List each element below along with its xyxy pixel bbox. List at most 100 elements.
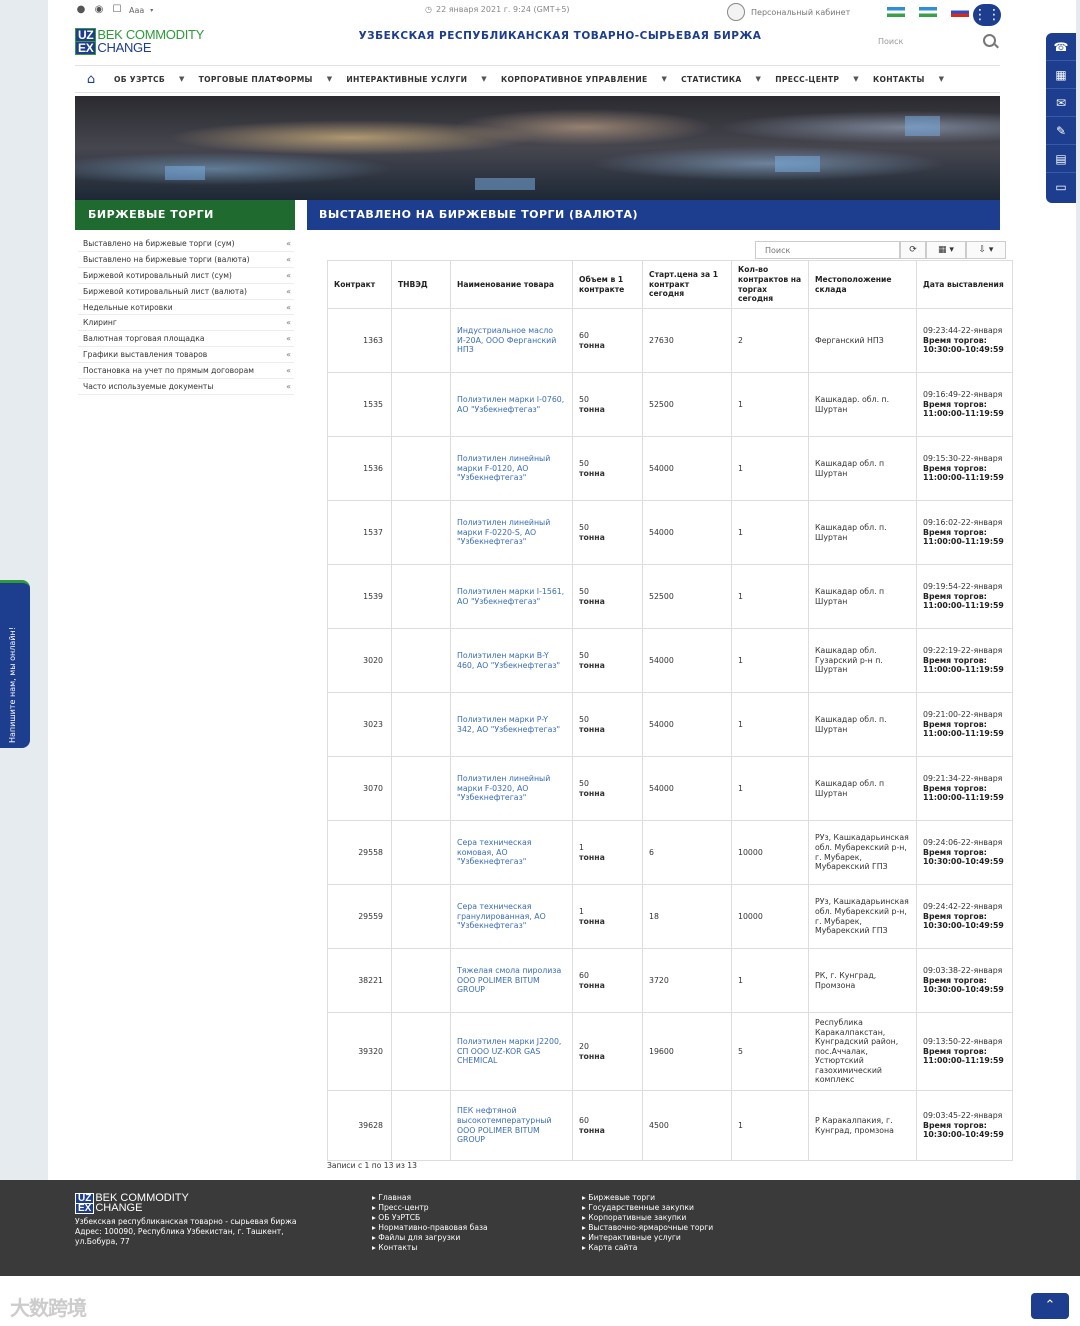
product-link[interactable]: Полиэтилен линейный марки F-0320, АО "Уз… — [457, 774, 550, 802]
table-row[interactable]: 3020 Полиэтилен марки B-Y 460, АО "Узбекн… — [327, 628, 1013, 693]
sidebar-item[interactable]: Недельные котировки « — [78, 300, 294, 316]
nav-item-contacts[interactable]: КОНТАКТЫ ▼ — [866, 75, 951, 84]
product-link[interactable]: ПЕК нефтяной высокотемпературный ООО POL… — [457, 1106, 552, 1144]
home-icon[interactable]: ⌂ — [75, 72, 107, 87]
product-link[interactable]: Полиэтилен марки I-1561, АО "Узбекнефтег… — [457, 587, 564, 606]
chat-bubble-icon[interactable]: ✉ — [1046, 89, 1076, 117]
column-header[interactable]: Контракт — [327, 260, 392, 309]
footer-link[interactable]: Выставочно-ярмарочные торги — [582, 1223, 713, 1233]
sidebar-item[interactable]: Валютная торговая площадка « — [78, 331, 294, 348]
product-link[interactable]: Индустриальное масло И-20А, ООО Ферганск… — [457, 326, 556, 354]
nav-item-governance[interactable]: КОРПОРАТИВНОЕ УПРАВЛЕНИЕ ▼ — [494, 75, 674, 84]
document-icon[interactable]: ▭ — [1046, 173, 1076, 201]
cell-contract-count: 10000 — [731, 884, 809, 949]
table-row[interactable]: 3023 Полиэтилен марки P-Y 342, АО "Узбекн… — [327, 692, 1013, 757]
sidebar-item[interactable]: Постановка на учет по прямым договорам « — [78, 363, 294, 380]
accessibility-icon[interactable]: ● — [75, 4, 87, 16]
personal-cabinet-link[interactable]: Персональный кабинет — [727, 3, 850, 21]
footer-link[interactable]: Карта сайта — [582, 1243, 713, 1253]
sidebar-item[interactable]: Выставлено на биржевые торги (валюта) « — [78, 252, 294, 268]
search-input[interactable]: Поиск — [878, 37, 903, 46]
columns-toggle-icon[interactable]: ▦ ▾ — [926, 241, 966, 259]
scroll-to-top-button[interactable]: ⌃ — [1031, 1293, 1069, 1319]
product-link[interactable]: Полиэтилен марки J2200, СП ООО UZ-KOR GA… — [457, 1037, 561, 1065]
table-row[interactable]: 38221 Тяжелая смола пиролиза ООО POLIMER … — [327, 948, 1013, 1013]
section-title-currency: ВЫСТАВЛЕНО НА БИРЖЕВЫЕ ТОРГИ (ВАЛЮТА) — [307, 200, 1000, 230]
nav-item-platforms[interactable]: ТОРГОВЫЕ ПЛАТФОРМЫ ▼ — [192, 75, 340, 84]
table-row[interactable]: 1536 Полиэтилен линейный марки F-0120, АО… — [327, 436, 1013, 501]
product-link[interactable]: Полиэтилен марки B-Y 460, АО "Узбекнефте… — [457, 651, 560, 670]
footer-link[interactable]: Файлы для загрузки — [372, 1233, 488, 1243]
table-search-input[interactable] — [755, 241, 900, 259]
column-header[interactable]: Старт.цена за 1 контракт сегодня — [642, 260, 732, 309]
table-row[interactable]: 29558 Сера техническая комовая, АО "Узбек… — [327, 820, 1013, 885]
column-header[interactable]: Объем в 1 контракте — [572, 260, 643, 309]
cell-warehouse-location: Р Каракалпакия, г. Кунград, промзона — [808, 1090, 917, 1161]
footer-link[interactable]: Интерактивные услуги — [582, 1233, 713, 1243]
footer-link[interactable]: Нормативно-правовая база — [372, 1223, 487, 1233]
cell-listing-date: 09:21:00-22-января Время торгов: 11:00:00-… — [916, 692, 1013, 757]
footer-logo[interactable]: UZ BEK COMMODITY EX CHANGE — [75, 1192, 235, 1214]
online-chat-tab[interactable]: Напишите нам, мы онлайн! — [0, 580, 30, 748]
flag-uz-latin-icon[interactable] — [919, 7, 937, 17]
column-header[interactable]: Дата выставления — [916, 260, 1013, 309]
column-header[interactable]: Кол-во контрактов на торгах сегодня — [731, 260, 809, 309]
sidebar-item[interactable]: Биржевой котировальный лист (валюта) « — [78, 284, 294, 300]
table-row[interactable]: 29559 Сера техническая гранулированная, А… — [327, 884, 1013, 949]
column-header[interactable]: ТНВЭД — [391, 260, 451, 309]
flag-ru-icon[interactable] — [951, 7, 969, 17]
table-row[interactable]: 39320 Полиэтилен марки J2200, СП ООО UZ-K… — [327, 1012, 1013, 1091]
sidebar-item[interactable]: Выставлено на биржевые торги (сум) « — [78, 236, 294, 252]
refresh-icon[interactable]: ⟳ — [900, 241, 926, 259]
table-row[interactable]: 1535 Полиэтилен марки I-0760, АО "Узбекне… — [327, 372, 1013, 437]
product-link[interactable]: Полиэтилен марки I-0760, АО "Узбекнефтег… — [457, 395, 564, 414]
table-row[interactable]: 1539 Полиэтилен марки I-1561, АО "Узбекне… — [327, 564, 1013, 629]
product-link[interactable]: Полиэтилен марки P-Y 342, АО "Узбекнефте… — [457, 715, 560, 734]
site-logo[interactable]: UZ BEK COMMODITY EX CHANGE — [75, 27, 255, 56]
nav-item-statistics[interactable]: СТАТИСТИКА ▼ — [674, 75, 768, 84]
export-icon[interactable]: ⇩ ▾ — [966, 241, 1006, 259]
table-row[interactable]: 1363 Индустриальное масло И-20А, ООО Ферг… — [327, 308, 1013, 373]
sidebar-item[interactable]: Графики выставления товаров « — [78, 347, 294, 364]
footer-link[interactable]: Контакты — [372, 1243, 488, 1253]
sidebar-item[interactable]: Клиринг « — [78, 315, 294, 332]
sidebar-item[interactable]: Часто используемые документы « — [78, 379, 294, 395]
building-icon[interactable]: ▦ — [1046, 61, 1076, 89]
flag-uz-icon[interactable] — [887, 7, 905, 17]
sidebar-item[interactable]: Биржевой котировальный лист (сум) « — [78, 268, 294, 284]
contrast-icon[interactable]: ☐ — [111, 4, 123, 16]
product-link[interactable]: Сера техническая комовая, АО "Узбекнефте… — [457, 838, 531, 866]
trade-time: 11:00:00-11:19:59 — [923, 601, 1004, 611]
sidebar-item-label: Биржевой котировальный лист (сум) — [83, 270, 232, 280]
table-row[interactable]: 39628 ПЕК нефтяной высокотемпературный ОО… — [327, 1090, 1013, 1161]
table-row[interactable]: 1537 Полиэтилен линейный марки F-0220-S, … — [327, 500, 1013, 565]
table-row[interactable]: 3070 Полиэтилен линейный марки F-0320, АО… — [327, 756, 1013, 821]
product-link[interactable]: Сера техническая гранулированная, АО "Уз… — [457, 902, 546, 930]
documents-icon[interactable]: ▤ — [1046, 145, 1076, 173]
trade-time: 11:00:00-11:19:59 — [923, 537, 1004, 547]
phone-icon[interactable]: ☎ — [1046, 33, 1076, 61]
product-link[interactable]: Полиэтилен линейный марки F-0120, АО "Уз… — [457, 454, 550, 482]
apps-grid-icon[interactable]: ⋮⋮ — [973, 4, 1001, 26]
column-header[interactable]: Местоположение склада — [808, 260, 917, 309]
eye-icon[interactable]: ◉ — [93, 4, 105, 16]
search-icon[interactable] — [983, 34, 996, 47]
footer-link[interactable]: ОБ УзРТСБ — [372, 1213, 488, 1223]
footer-link[interactable]: Биржевые торги — [582, 1193, 713, 1203]
listing-time: 09:22:19-22-января — [923, 646, 1003, 656]
nav-item-services[interactable]: ИНТЕРАКТИВНЫЕ УСЛУГИ ▼ — [339, 75, 494, 84]
nav-item-about[interactable]: ОБ УЗРТСБ ▼ — [107, 75, 192, 84]
font-size-toggle[interactable]: Aaa — [129, 6, 144, 15]
footer-link[interactable]: Корпоративные закупки — [582, 1213, 713, 1223]
start-price: 52500 — [649, 591, 674, 601]
footer-link[interactable]: Пресс-центр — [372, 1203, 488, 1213]
product-link[interactable]: Полиэтилен линейный марки F-0220-S, АО "… — [457, 518, 550, 546]
footer-link[interactable]: Государственные закупки — [582, 1203, 713, 1213]
cell-volume: 50 тонна — [572, 628, 643, 693]
footer-link[interactable]: Главная — [372, 1193, 488, 1203]
product-link[interactable]: Тяжелая смола пиролиза ООО POLIMER BITUM… — [457, 966, 561, 994]
nav-item-press[interactable]: ПРЕСС-ЦЕНТР ▼ — [768, 75, 866, 84]
column-header[interactable]: Наименование товара — [450, 260, 573, 309]
chevron-down-icon: ▼ — [178, 75, 185, 83]
edit-icon[interactable]: ✎ — [1046, 117, 1076, 145]
